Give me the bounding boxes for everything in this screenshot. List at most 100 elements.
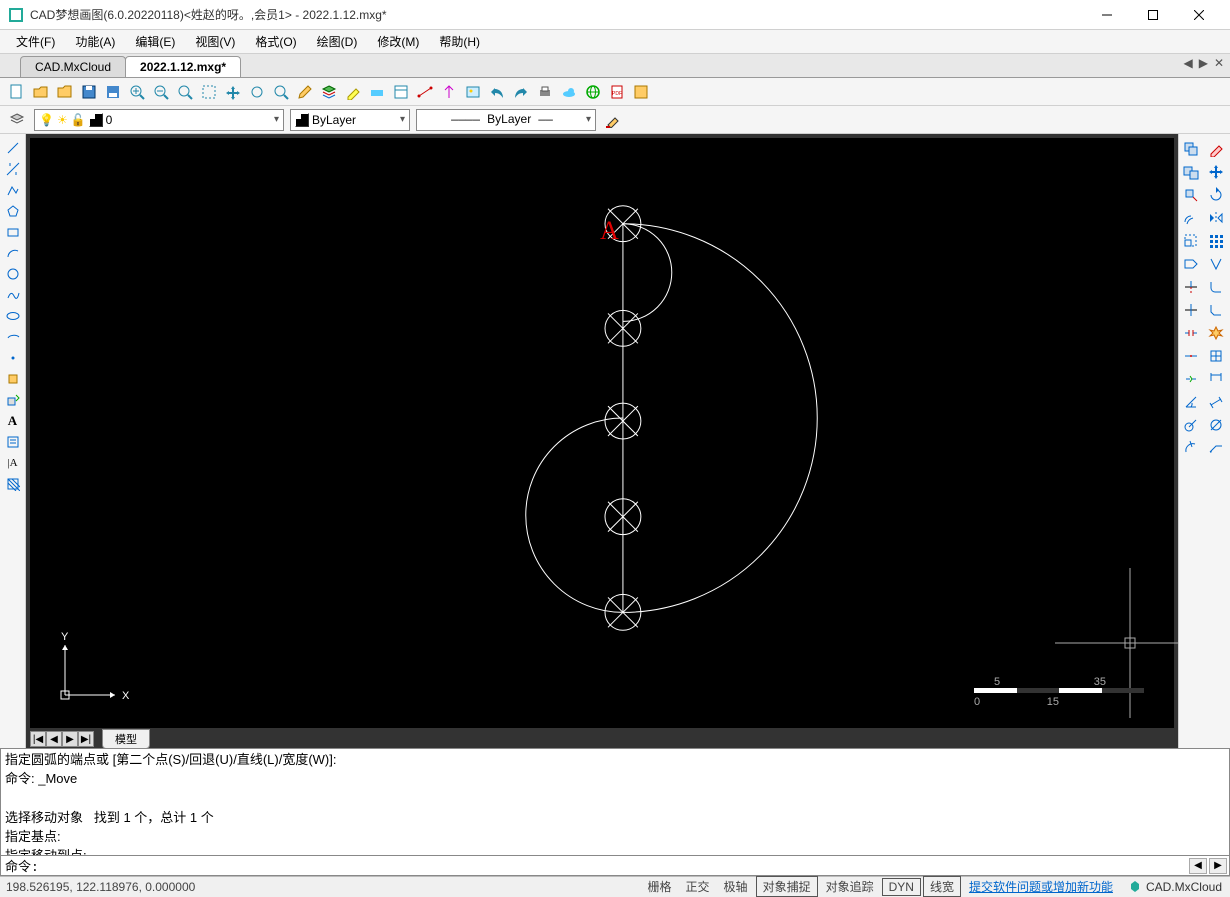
- lwt-toggle[interactable]: 线宽: [923, 876, 961, 897]
- tab-cloud[interactable]: CAD.MxCloud: [20, 56, 126, 77]
- copy-icon[interactable]: [1179, 138, 1203, 160]
- dim-angle-icon[interactable]: [1179, 391, 1203, 413]
- menu-draw[interactable]: 绘图(D): [309, 31, 366, 52]
- array-icon[interactable]: [1204, 230, 1228, 252]
- layer-dropdown[interactable]: 💡 ☀ 🔓 0 ▾: [34, 109, 284, 131]
- layout-next-icon[interactable]: ▶: [62, 731, 78, 747]
- layout-prev-icon[interactable]: ◀: [46, 731, 62, 747]
- circle-icon[interactable]: [2, 264, 24, 284]
- zoom-in-icon[interactable]: [126, 81, 148, 103]
- brush-icon[interactable]: [602, 109, 624, 131]
- dyn-toggle[interactable]: DYN: [882, 878, 921, 896]
- ortho-toggle[interactable]: 正交: [680, 877, 716, 896]
- cloud-icon[interactable]: [558, 81, 580, 103]
- color-dropdown[interactable]: ByLayer ▾: [290, 109, 410, 131]
- fillet-icon[interactable]: [1204, 276, 1228, 298]
- xline-icon[interactable]: [2, 159, 24, 179]
- mtext-icon[interactable]: [2, 432, 24, 452]
- open-icon[interactable]: [30, 81, 52, 103]
- hatch-icon[interactable]: [2, 474, 24, 494]
- move-icon[interactable]: [1204, 161, 1228, 183]
- close-button[interactable]: [1176, 0, 1222, 30]
- explode-icon[interactable]: [1204, 322, 1228, 344]
- dim-radius-icon[interactable]: [1179, 414, 1203, 436]
- folder-icon[interactable]: [54, 81, 76, 103]
- stretch-icon[interactable]: [1179, 253, 1203, 275]
- menu-func[interactable]: 功能(A): [67, 31, 123, 52]
- ellipse-icon[interactable]: [2, 306, 24, 326]
- menu-modify[interactable]: 修改(M): [369, 31, 427, 52]
- layer-manager-icon[interactable]: [6, 109, 28, 131]
- polygon-icon[interactable]: [2, 201, 24, 221]
- mirror2-icon[interactable]: [1204, 253, 1228, 275]
- pan-icon[interactable]: [222, 81, 244, 103]
- osnap-toggle[interactable]: 对象捕捉: [756, 876, 818, 897]
- match-icon[interactable]: [438, 81, 460, 103]
- menu-edit[interactable]: 编辑(E): [127, 31, 183, 52]
- insert-block-icon[interactable]: [2, 390, 24, 410]
- command-history[interactable]: 指定圆弧的端点或 [第二个点(S)/回退(U)/直线(L)/宽度(W)]: 命令…: [0, 748, 1230, 856]
- zoom-extents-icon[interactable]: [174, 81, 196, 103]
- zoom-prev-icon[interactable]: [246, 81, 268, 103]
- line-icon[interactable]: [2, 138, 24, 158]
- tab-close-icon[interactable]: ✕: [1212, 56, 1226, 70]
- dim-linear-icon[interactable]: [1204, 368, 1228, 390]
- dim-arc-icon[interactable]: [1179, 437, 1203, 459]
- text-icon[interactable]: A: [2, 411, 24, 431]
- undo-icon[interactable]: [486, 81, 508, 103]
- tab-current[interactable]: 2022.1.12.mxg*: [125, 56, 241, 77]
- edit-icon[interactable]: [294, 81, 316, 103]
- maximize-button[interactable]: [1130, 0, 1176, 30]
- join-icon[interactable]: [1179, 368, 1203, 390]
- layer-off-icon[interactable]: [366, 81, 388, 103]
- linetype-dropdown[interactable]: ———— ByLayer —— ▾: [416, 109, 596, 131]
- mirror-icon[interactable]: [1204, 207, 1228, 229]
- model-tab[interactable]: 模型: [102, 729, 150, 748]
- save-icon[interactable]: [78, 81, 100, 103]
- break-icon[interactable]: [1179, 322, 1203, 344]
- menu-help[interactable]: 帮助(H): [431, 31, 488, 52]
- dim-aligned-icon[interactable]: [1204, 391, 1228, 413]
- scale-icon[interactable]: [1179, 230, 1203, 252]
- ellipse-arc-icon[interactable]: [2, 327, 24, 347]
- web-icon[interactable]: [582, 81, 604, 103]
- offset-icon[interactable]: [1179, 207, 1203, 229]
- chamfer-icon[interactable]: [1204, 299, 1228, 321]
- layers-icon[interactable]: [318, 81, 340, 103]
- dim-leader-icon[interactable]: [1204, 437, 1228, 459]
- zoom-out-icon[interactable]: [150, 81, 172, 103]
- menu-view[interactable]: 视图(V): [187, 31, 243, 52]
- polar-toggle[interactable]: 极轴: [718, 877, 754, 896]
- otrack-toggle[interactable]: 对象追踪: [820, 877, 880, 896]
- menu-format[interactable]: 格式(O): [247, 31, 304, 52]
- image-icon[interactable]: [462, 81, 484, 103]
- paste-icon[interactable]: [1179, 161, 1203, 183]
- command-input[interactable]: [43, 857, 1229, 875]
- pdf-icon[interactable]: PDF: [606, 81, 628, 103]
- scroll-right-icon[interactable]: ▶: [1209, 858, 1227, 874]
- menu-file[interactable]: 文件(F): [8, 31, 63, 52]
- dim-diameter-icon[interactable]: [1204, 414, 1228, 436]
- saveas-icon[interactable]: [102, 81, 124, 103]
- scroll-left-icon[interactable]: ◀: [1189, 858, 1207, 874]
- tab-prev-icon[interactable]: ◀: [1181, 56, 1194, 70]
- zoom-window-icon[interactable]: [198, 81, 220, 103]
- arc-icon[interactable]: [2, 243, 24, 263]
- align-icon[interactable]: [1204, 345, 1228, 367]
- properties-icon[interactable]: [390, 81, 412, 103]
- help-icon[interactable]: [630, 81, 652, 103]
- trim-icon[interactable]: [1179, 276, 1203, 298]
- snap-toggle[interactable]: 栅格: [642, 877, 678, 896]
- spline-icon[interactable]: [2, 285, 24, 305]
- redo-icon[interactable]: [510, 81, 532, 103]
- print-icon[interactable]: [534, 81, 556, 103]
- block-icon[interactable]: [2, 369, 24, 389]
- highlight-icon[interactable]: [342, 81, 364, 103]
- layout-first-icon[interactable]: |◀: [30, 731, 46, 747]
- tab-next-icon[interactable]: ▶: [1197, 56, 1210, 70]
- layout-last-icon[interactable]: ▶|: [78, 731, 94, 747]
- drawing-canvas[interactable]: A X Y 5 35: [30, 138, 1174, 728]
- dist-icon[interactable]: [414, 81, 436, 103]
- zoom-realtime-icon[interactable]: [270, 81, 292, 103]
- point-icon[interactable]: [2, 348, 24, 368]
